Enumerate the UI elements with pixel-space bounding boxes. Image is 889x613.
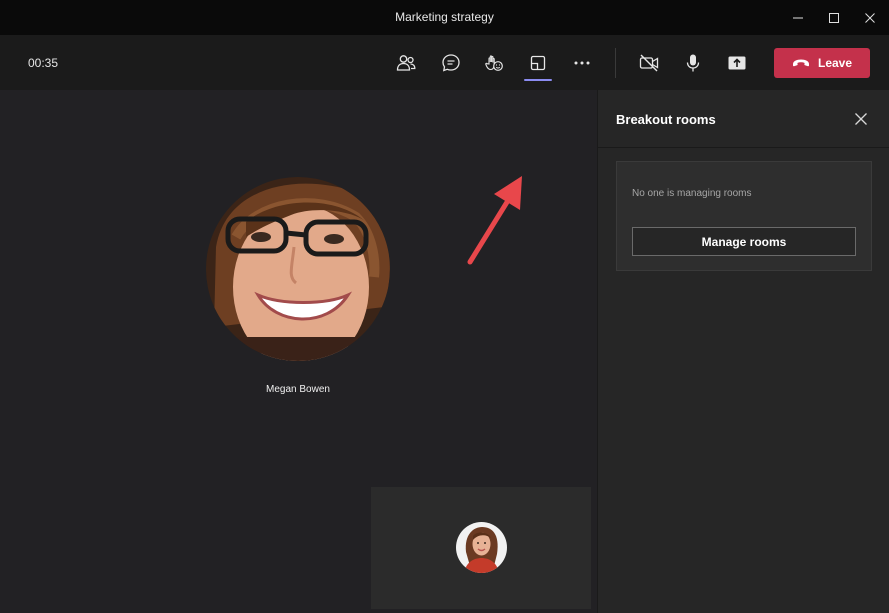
window-title: Marketing strategy	[395, 10, 494, 24]
meeting-stage: Megan Bowen	[0, 90, 597, 613]
status-text: No one is managing rooms	[632, 188, 752, 199]
call-timer: 00:35	[28, 56, 59, 70]
participant-name: Megan Bowen	[266, 384, 330, 395]
mic-icon	[686, 54, 700, 72]
self-video-tile[interactable]	[371, 487, 591, 609]
minimize-icon	[793, 17, 803, 18]
close-window-button[interactable]	[852, 0, 888, 35]
panel-header: Breakout rooms	[598, 90, 889, 148]
camera-button[interactable]	[634, 48, 664, 78]
manage-rooms-button[interactable]: Manage rooms	[632, 227, 856, 256]
share-button[interactable]	[722, 48, 752, 78]
close-icon	[865, 12, 875, 23]
participant-photo	[206, 177, 390, 361]
participants-button[interactable]	[391, 48, 421, 78]
close-icon[interactable]	[854, 112, 868, 126]
self-photo	[456, 522, 507, 573]
leave-label: Leave	[817, 56, 853, 70]
leave-button[interactable]: Leave	[774, 48, 870, 78]
maximize-icon	[829, 12, 839, 23]
chat-button[interactable]	[436, 48, 466, 78]
breakout-rooms-panel: Breakout rooms No one is managing rooms …	[597, 90, 889, 613]
meeting-toolbar: 00:35 Leave	[0, 35, 889, 90]
breakout-rooms-icon	[530, 55, 546, 71]
more-icon	[574, 61, 590, 65]
self-avatar	[456, 522, 507, 573]
camera-off-icon	[639, 54, 659, 72]
rooms-card: No one is managing rooms Manage rooms	[616, 161, 872, 271]
active-tab-indicator	[524, 79, 552, 81]
minimize-button[interactable]	[780, 0, 816, 35]
title-bar: Marketing strategy	[0, 0, 889, 35]
participant-avatar[interactable]	[206, 177, 390, 361]
panel-title: Breakout rooms	[616, 112, 716, 127]
breakout-rooms-button[interactable]	[523, 48, 553, 81]
hang-up-icon	[792, 59, 809, 67]
reactions-button[interactable]	[479, 48, 509, 78]
reactions-icon	[485, 55, 503, 71]
annotation-arrow	[467, 176, 522, 265]
mic-button[interactable]	[678, 48, 708, 78]
chat-icon	[442, 54, 460, 72]
share-icon	[728, 56, 746, 70]
toolbar-divider	[615, 48, 616, 78]
more-actions-button[interactable]	[567, 48, 597, 78]
people-icon	[396, 55, 416, 71]
maximize-button[interactable]	[816, 0, 852, 35]
